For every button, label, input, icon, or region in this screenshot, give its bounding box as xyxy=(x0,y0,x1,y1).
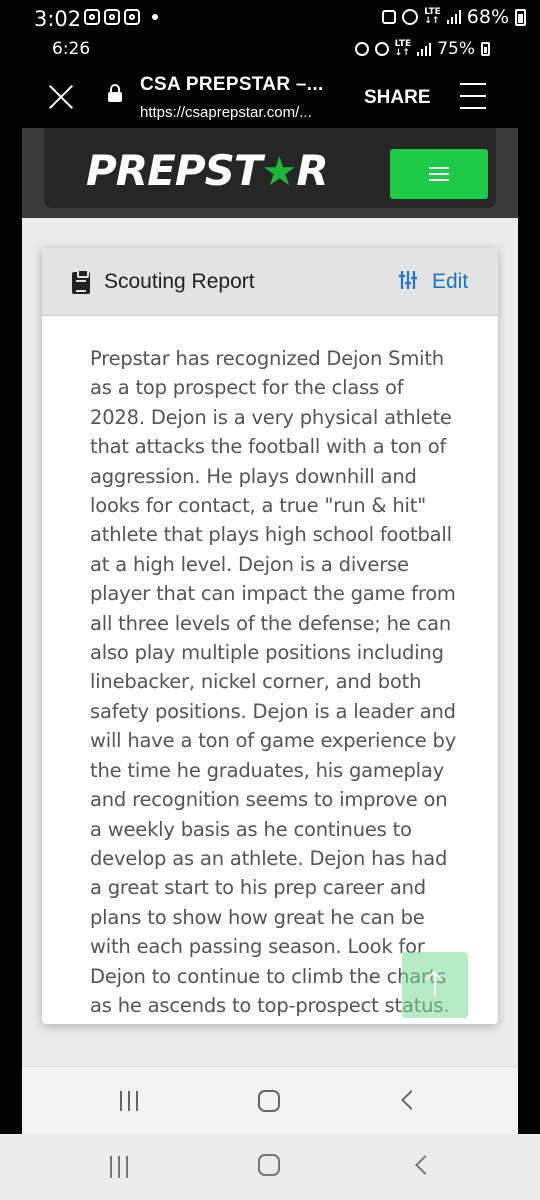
battery-percent: 68% xyxy=(466,6,509,28)
url-text[interactable]: https://csaprepstar.com/... xyxy=(140,104,312,121)
alarm-icon xyxy=(402,9,419,25)
share-button[interactable]: SHARE xyxy=(364,87,431,109)
inner-status-right: LTE ↓↑ 75% xyxy=(354,39,490,59)
card-header: Scouting Report Edit xyxy=(42,248,498,316)
alarm-icon xyxy=(374,42,389,56)
site-navbar: PREPST★R xyxy=(44,128,496,208)
lock-icon[interactable] xyxy=(108,84,122,102)
sliders-icon[interactable] xyxy=(398,270,418,290)
inner-status-time: 6:26 xyxy=(52,39,91,59)
home-icon[interactable] xyxy=(258,1090,280,1112)
signal-icon xyxy=(417,42,432,56)
lte-icon: LTE ↓↑ xyxy=(424,7,441,26)
instagram-icon xyxy=(84,9,100,25)
prepstar-logo[interactable]: PREPST★R xyxy=(86,146,329,195)
logo-text-b: R xyxy=(296,146,328,195)
card-title: Scouting Report xyxy=(104,270,255,293)
inner-battery-percent: 75% xyxy=(437,39,475,59)
home-icon[interactable] xyxy=(258,1154,280,1176)
star-icon: ★ xyxy=(261,149,298,195)
scouting-report-card: Scouting Report Edit Prepstar has recogn… xyxy=(42,248,498,1024)
battery-icon xyxy=(515,8,526,26)
instagram-icon xyxy=(124,9,140,25)
site-menu-button[interactable] xyxy=(390,149,488,199)
menu-icon[interactable] xyxy=(460,83,486,109)
web-page: PREPST★R Scouting Report Edit Prepstar h… xyxy=(22,128,518,1134)
logo-text-a: PREPST xyxy=(86,146,262,195)
nfc-icon xyxy=(382,10,397,24)
lte-icon: LTE ↓↑ xyxy=(394,39,412,58)
recents-icon[interactable] xyxy=(110,1156,128,1178)
alarm-icon xyxy=(354,42,369,56)
close-icon[interactable] xyxy=(48,84,74,110)
system-navigation-bar xyxy=(0,1134,540,1200)
clipboard-icon xyxy=(72,269,90,294)
instagram-icon xyxy=(104,9,120,25)
site-header: PREPST★R xyxy=(22,128,518,218)
scroll-to-top-button[interactable] xyxy=(402,952,468,1018)
back-icon[interactable] xyxy=(415,1155,435,1175)
status-bar: 3:02 LTE ↓↑ 68% xyxy=(0,0,540,36)
recents-icon[interactable] xyxy=(120,1091,138,1111)
scouting-report-text: Prepstar has recognized Dejon Smith as a… xyxy=(90,347,457,1017)
inner-status-bar: 6:26 LTE ↓↑ 75% xyxy=(0,36,540,66)
edit-button[interactable]: Edit xyxy=(432,270,468,294)
page-title[interactable]: CSA PREPSTAR –... xyxy=(140,74,324,96)
status-right: LTE ↓↑ 68% xyxy=(382,6,526,28)
status-time: 3:02 xyxy=(34,7,82,31)
signal-icon xyxy=(446,10,461,24)
browser-toolbar: CSA PREPSTAR –... https://csaprepstar.co… xyxy=(0,66,540,128)
notification-icons xyxy=(84,9,158,25)
more-notifications-dot-icon xyxy=(152,14,158,20)
inner-navigation-bar xyxy=(22,1066,518,1134)
battery-icon xyxy=(481,42,490,56)
back-icon[interactable] xyxy=(401,1090,421,1110)
